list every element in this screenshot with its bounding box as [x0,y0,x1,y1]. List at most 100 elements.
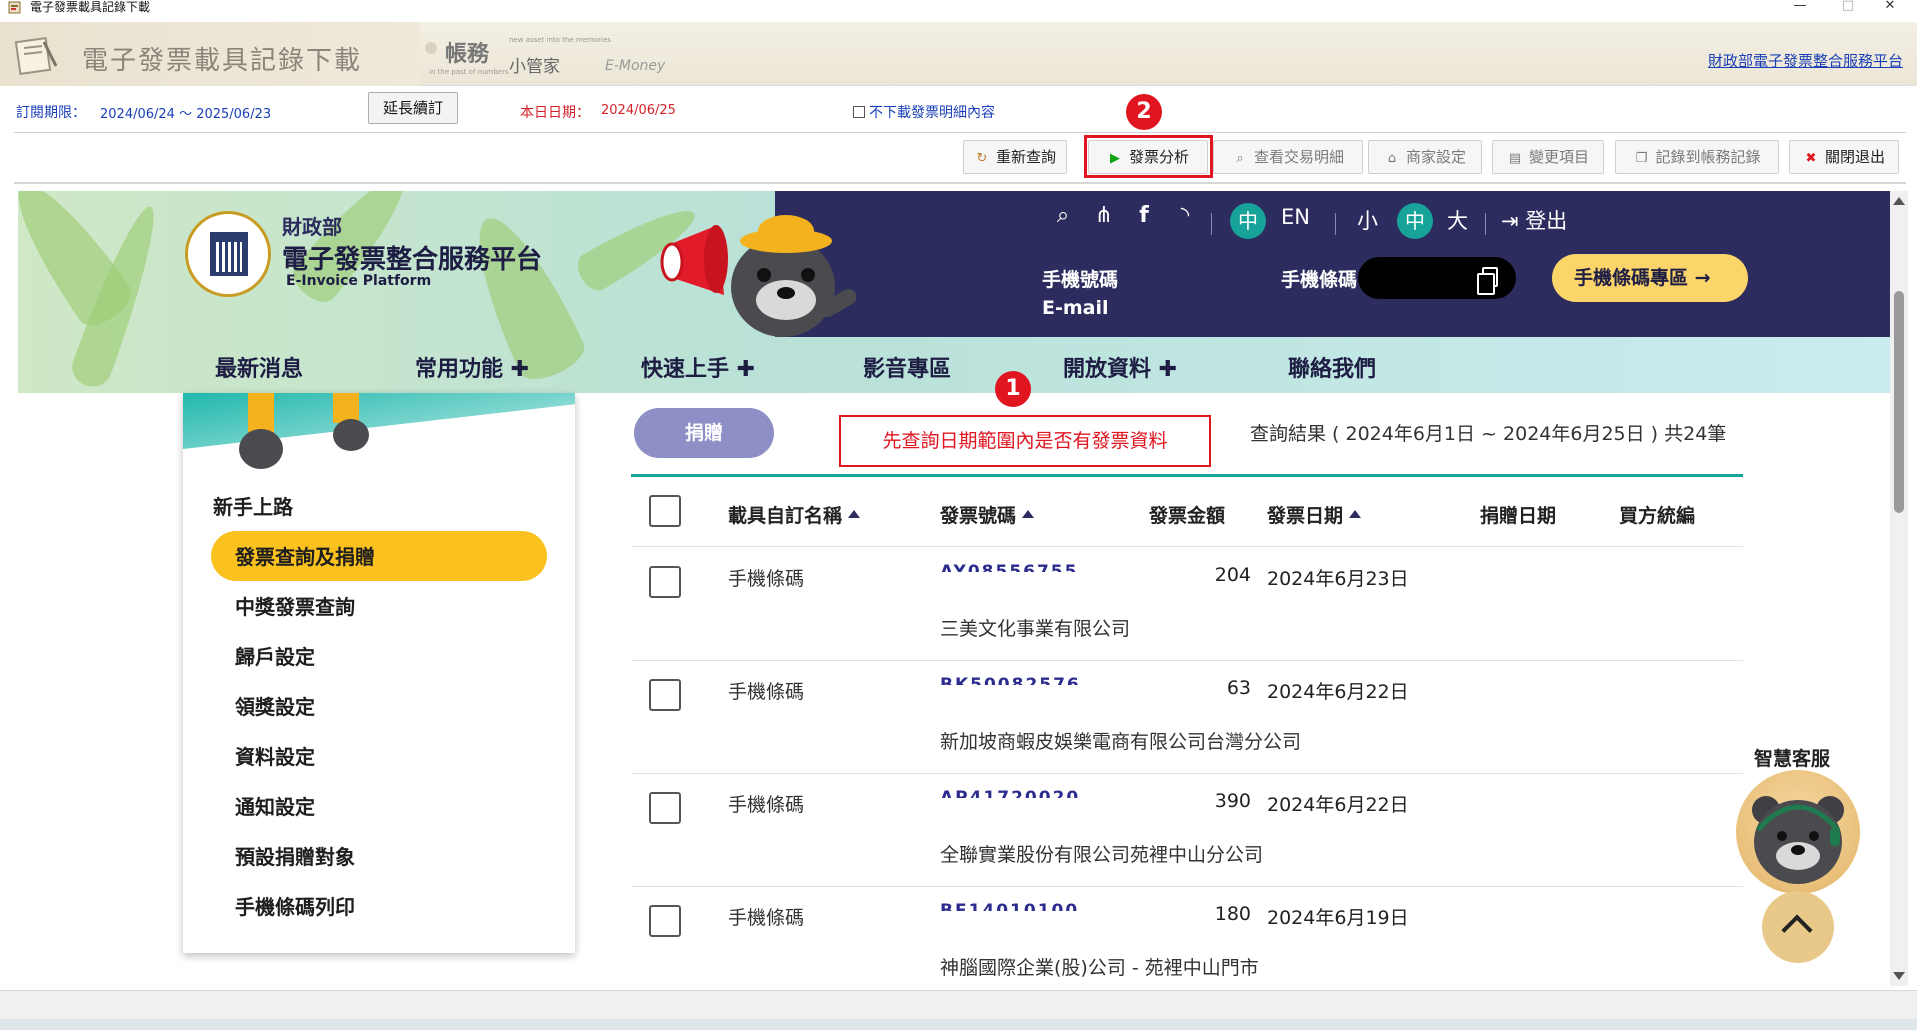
row-checkbox[interactable] [649,566,681,598]
row-invoice-number[interactable]: AY08556755 [940,562,1078,572]
vertical-scrollbar[interactable] [1890,191,1908,986]
brand-main: 帳務 [445,42,490,67]
sidebar-menu: 新手上路 發票查詢及捐贈 中獎發票查詢 歸戶設定 領獎設定 資料設定 通知設定 … [183,393,575,953]
sidebar-item-barcode-print[interactable]: 手機條碼列印 [235,891,355,920]
nav-open-data[interactable]: 開放資料 ✚ [1063,351,1177,383]
magnifier-icon: ⌕ [1236,151,1244,166]
status-bar [0,990,1917,1030]
bear-feet-decor [239,393,369,469]
row-invoice-number[interactable]: AP41720020 [940,788,1080,798]
col-invoice-date[interactable]: 發票日期 [1267,501,1362,528]
sort-up-icon [1349,510,1362,518]
site-name-en: E-Invoice Platform [286,273,432,289]
table-row: 手機條碼 BK50082576 63 2024年6月22日 新加坡商蝦皮娛樂電商… [631,661,1743,774]
logout-button[interactable]: ⇥ 登出 [1501,205,1567,235]
nav-contact-us[interactable]: 聯絡我們 [1288,351,1376,383]
mobile-barcode-zone-button[interactable]: 手機條碼專區 → [1552,254,1748,302]
row-invoice-number[interactable]: BE14010100 [940,901,1079,911]
record-to-accounts-button[interactable]: ❐ 記錄到帳務記錄 [1615,140,1779,174]
nav-latest-news[interactable]: 最新消息 [215,351,303,383]
copy-icon: ❐ [1635,151,1648,166]
donate-button[interactable]: 捐贈 [634,408,774,458]
sidebar-item-prize-settings[interactable]: 領獎設定 [235,691,315,720]
row-checkbox[interactable] [649,792,681,824]
query-result-summary: 查詢結果 ( 2024年6月1日 ~ 2024年6月25日 ) 共24筆 [1250,423,1727,445]
font-medium-button[interactable]: 中 [1397,203,1433,239]
merchant-settings-button[interactable]: ⌂ 商家設定 [1368,140,1482,174]
no-download-detail-checkbox[interactable]: 不下載發票明細內容 [853,102,995,122]
change-items-button[interactable]: ▤ 變更項目 [1492,140,1604,174]
mobile-barcode-field[interactable] [1358,257,1516,299]
window-titlebar: 電子發票載具記錄下載 — □ ✕ [0,0,1917,16]
lang-en-button[interactable]: EN [1281,205,1310,229]
font-small-button[interactable]: 小 [1357,205,1378,235]
sitemap-icon[interactable]: ⋔ [1089,203,1119,228]
lang-zh-button[interactable]: 中 [1230,203,1266,239]
requery-button[interactable]: ↻ 重新查詢 [963,140,1067,174]
annotation-badge-2: 2 [1126,94,1162,130]
ai-service-bear-button[interactable] [1736,770,1860,894]
row-checkbox[interactable] [649,679,681,711]
sidebar-item-default-donee[interactable]: 預設捐贈對象 [235,841,355,870]
subscription-range: 2024/06/24 〜 2025/06/23 [100,107,272,122]
sidebar-item-profile-settings[interactable]: 資料設定 [235,741,315,770]
row-checkbox[interactable] [649,905,681,937]
sidebar-item-winning-invoices[interactable]: 中獎發票查詢 [235,591,355,620]
scrollbar-thumb[interactable] [1894,291,1904,513]
divider [1211,213,1212,235]
building-columns-icon [216,242,242,272]
minimize-button[interactable]: — [1780,0,1820,13]
close-circle-icon: ✖ [1805,151,1817,166]
embedded-webpage: 財政部 電子發票整合服務平台 E-Invoice Platform ⌕ ⋔ f … [18,191,1890,986]
requery-label: 重新查詢 [995,148,1056,166]
logout-label: 登出 [1525,209,1568,233]
row-date: 2024年6月19日 [1267,907,1409,929]
row-date: 2024年6月22日 [1267,794,1409,816]
scroll-down-arrow-icon[interactable] [1893,972,1905,980]
close-exit-button[interactable]: ✖ 關閉退出 [1789,140,1899,174]
table-row: 手機條碼 AY08556755 204 2024年6月23日 三美文化事業有限公… [631,548,1743,661]
scroll-to-top-button[interactable] [1762,891,1834,963]
view-transaction-detail-button[interactable]: ⌕ 查看交易明細 [1213,140,1363,174]
copy-icon[interactable] [1477,267,1498,295]
scroll-up-arrow-icon[interactable] [1893,197,1905,205]
view-transaction-detail-label: 查看交易明細 [1253,148,1344,166]
sidebar-item-beginner[interactable]: 新手上路 [213,491,293,520]
col-carrier-name-label: 載具自訂名稱 [728,505,843,527]
platform-link[interactable]: 財政部電子發票整合服務平台 [1708,50,1903,71]
sidebar-item-notification-settings[interactable]: 通知設定 [235,791,315,820]
site-name[interactable]: 電子發票整合服務平台 [282,239,542,276]
ministry-logo[interactable] [185,211,271,297]
row-seller: 新加坡商蝦皮娛樂電商有限公司台灣分公司 [940,731,1302,753]
search-icon[interactable]: ⌕ [1048,203,1078,228]
extend-subscription-button[interactable]: 延長續訂 [368,92,458,124]
col-carrier-name[interactable]: 載具自訂名稱 [728,501,861,528]
nav-common-functions[interactable]: 常用功能 ✚ [415,351,529,383]
facebook-icon[interactable]: f [1129,203,1159,228]
maximize-button[interactable]: □ [1828,0,1868,13]
ai-service-label[interactable]: 智慧客服 [1754,744,1830,771]
rss-icon[interactable]: ◝ [1170,203,1200,228]
row-invoice-number[interactable]: BK50082576 [940,675,1081,685]
subscription-info-row: 訂閱期限： 2024/06/24 〜 2025/06/23 延長續訂 本日日期：… [0,90,1917,130]
row-date: 2024年6月23日 [1267,568,1409,590]
sidebar-item-invoice-query-donation[interactable]: 發票查詢及捐贈 [235,541,375,570]
checkbox-box[interactable] [853,106,865,118]
col-invoice-amount: 發票金額 [1149,505,1226,527]
close-window-button[interactable]: ✕ [1870,0,1910,13]
bear-headset-icon [1752,796,1844,884]
app-title: 電子發票載具記錄下載 [82,46,363,76]
nav-video[interactable]: 影音專區 [863,351,951,383]
row-amount: 204 [1214,564,1251,586]
divider [14,132,1906,133]
col-buyer-tax-id: 買方統編 [1619,505,1696,527]
nav-quick-start[interactable]: 快速上手 ✚ [641,351,755,383]
font-large-button[interactable]: 大 [1447,205,1468,235]
row-amount: 390 [1214,790,1251,812]
col-invoice-number[interactable]: 發票號碼 [940,501,1035,528]
annotation-query-tip: 先查詢日期範圍內是否有發票資料 [839,415,1211,467]
annotation-badge-1: 1 [995,371,1031,407]
close-exit-label: 關閉退出 [1824,148,1885,166]
sidebar-item-carrier-aggregation[interactable]: 歸戶設定 [235,641,315,670]
select-all-checkbox[interactable] [649,495,681,527]
